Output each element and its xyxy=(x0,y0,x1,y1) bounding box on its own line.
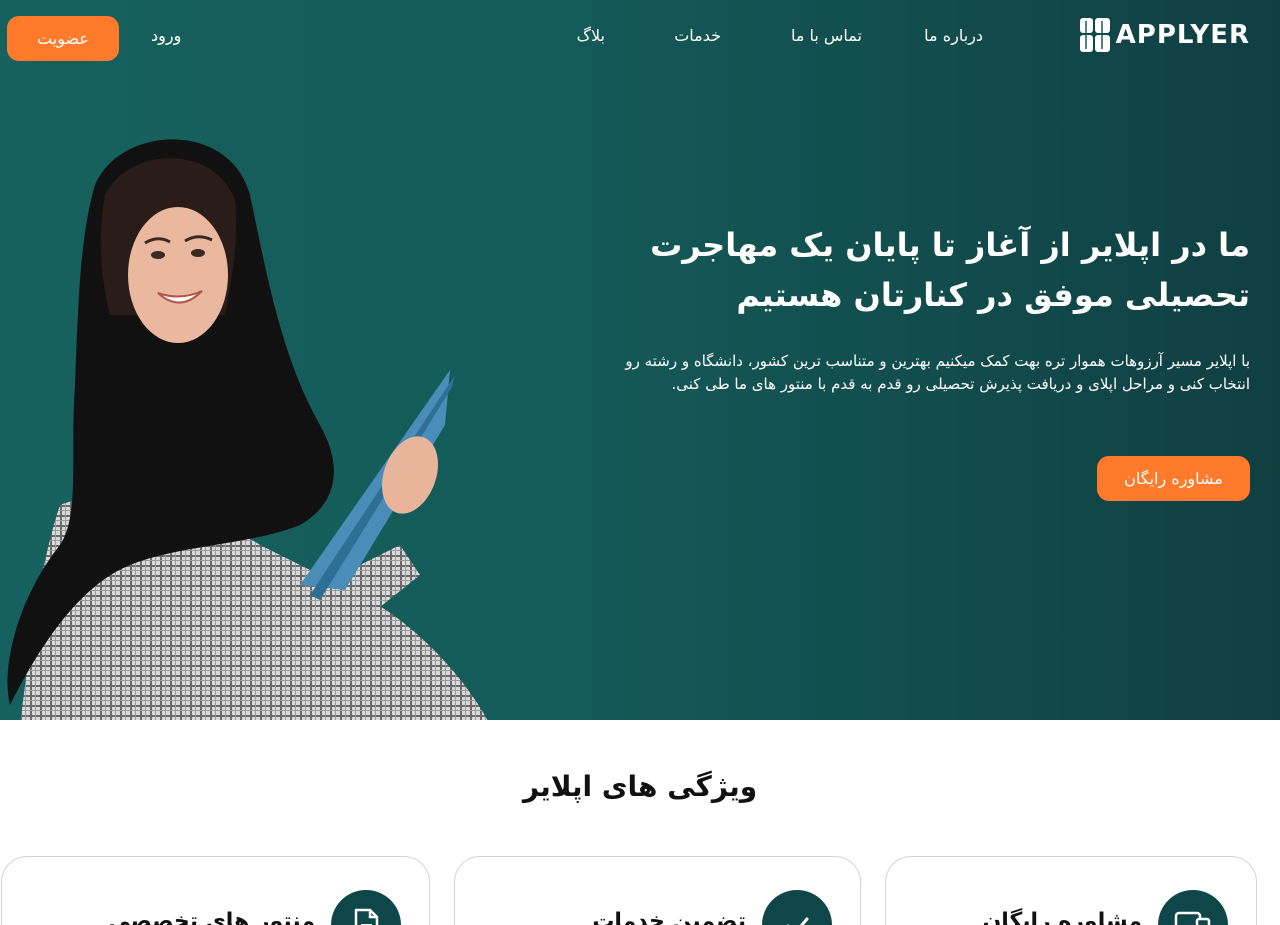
feature-card-title: تضمین خدمات xyxy=(592,909,746,925)
document-icon xyxy=(331,890,401,925)
feature-card-free-consultation[interactable]: مشاوره رایگان xyxy=(885,856,1257,925)
logo-text: APPLYER xyxy=(1115,20,1250,50)
check-icon xyxy=(762,890,832,925)
nav-contact[interactable]: تماس با ما xyxy=(791,26,862,45)
feature-card-service-guarantee[interactable]: تضمین خدمات xyxy=(454,856,861,925)
features-title: ویژگی های اپلایر xyxy=(522,770,758,803)
logo[interactable]: APPLYER xyxy=(1079,18,1250,52)
feature-card-title: منتور های تخصصی xyxy=(108,909,315,925)
login-link[interactable]: ورود xyxy=(151,26,181,45)
nav-services[interactable]: خدمات xyxy=(674,26,721,45)
hero-section: APPLYER درباره ما تماس با ما خدمات بلاگ … xyxy=(0,0,1280,720)
feature-card-expert-mentors[interactable]: منتور های تخصصی xyxy=(1,856,430,925)
feature-card-title: مشاوره رایگان xyxy=(982,909,1142,925)
student-photo xyxy=(7,139,488,720)
nav-blog[interactable]: بلاگ xyxy=(577,26,605,45)
devices-icon xyxy=(1158,890,1228,925)
nav-about[interactable]: درباره ما xyxy=(924,26,983,45)
signup-button[interactable]: عضویت xyxy=(7,16,119,61)
free-consultation-button[interactable]: مشاوره رایگان xyxy=(1097,456,1250,501)
hero-title: ما در اپلایر از آغاز تا پایان یک مهاجرت … xyxy=(650,226,1250,314)
logo-mark-icon xyxy=(1079,18,1110,52)
hero-description: با اپلایر مسیر آرزوهات هموار تره بهت کمک… xyxy=(625,352,1250,393)
